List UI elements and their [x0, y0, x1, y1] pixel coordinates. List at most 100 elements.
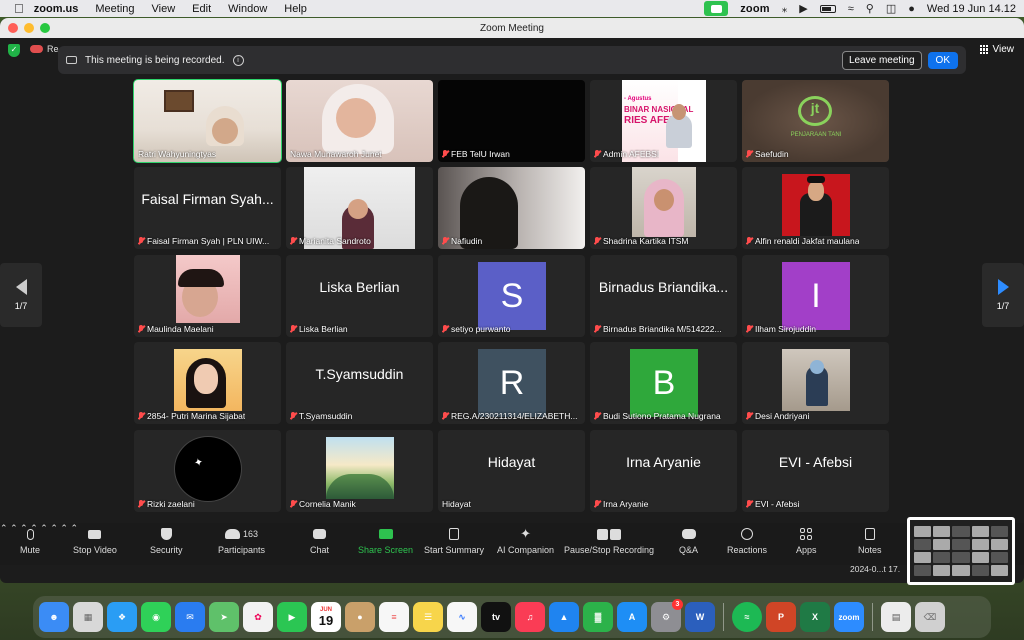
- reactions-button[interactable]: Reactions: [727, 527, 767, 555]
- minimize-window-icon[interactable]: [24, 23, 34, 33]
- music-icon[interactable]: ♫: [515, 602, 545, 632]
- system-settings-icon[interactable]: ⚙ 3: [651, 599, 683, 632]
- reactions-options-chevron-icon[interactable]: ⌃: [50, 523, 58, 533]
- notes-app-icon[interactable]: ☰: [413, 602, 443, 632]
- ok-button[interactable]: OK: [927, 51, 958, 69]
- menu-meeting[interactable]: Meeting: [95, 3, 134, 15]
- view-button[interactable]: View: [979, 44, 1014, 55]
- participant-tile[interactable]: Desi Andriyani: [742, 342, 889, 424]
- participant-tile[interactable]: Hidayat Hidayat: [438, 430, 585, 512]
- chat-button[interactable]: Chat: [310, 527, 329, 555]
- bluetooth-icon[interactable]: ⁎: [782, 2, 788, 15]
- finder-icon[interactable]: ☻: [39, 602, 69, 632]
- photos-icon[interactable]: ✿: [243, 602, 273, 632]
- previous-page-button[interactable]: 1/7: [0, 263, 42, 327]
- participant-tile[interactable]: 2854- Putri Marina Sijabat: [134, 342, 281, 424]
- facetime-icon[interactable]: ▶: [277, 602, 307, 632]
- participant-tile[interactable]: T.Syamsuddin T.Syamsuddin: [286, 342, 433, 424]
- messages-icon[interactable]: ◉: [141, 602, 171, 632]
- start-summary-button[interactable]: Start Summary: [424, 527, 484, 555]
- spotlight-icon[interactable]: ⚲: [866, 2, 874, 15]
- participants-button[interactable]: 163 Participants: [218, 527, 265, 555]
- participant-tile[interactable]: R REG.A/230211314/ELIZABETH...: [438, 342, 585, 424]
- powerpoint-icon[interactable]: P: [766, 602, 796, 632]
- trash-icon[interactable]: ⌫: [915, 602, 945, 632]
- ai-companion-button[interactable]: ✦ AI Companion: [497, 527, 554, 556]
- participant-tile[interactable]: Ratri Wahyuningtyas: [133, 79, 282, 163]
- pause-stop-recording-button[interactable]: Pause/Stop Recording: [564, 527, 654, 555]
- menu-clock[interactable]: Wed 19 Jun 14.12: [927, 3, 1016, 15]
- mute-options-chevron-icon[interactable]: ⌃: [0, 523, 8, 533]
- security-button[interactable]: Security: [150, 527, 183, 555]
- stop-video-button[interactable]: Stop Video: [73, 527, 117, 555]
- video-options-chevron-icon[interactable]: ⌃: [10, 523, 18, 533]
- participant-tile[interactable]: - Agustus BINAR NASIONAL RIES AFEBSI Adm…: [590, 80, 737, 162]
- participant-tile[interactable]: jt PENJARAAN TANI Saefudin: [742, 80, 889, 162]
- apple-icon[interactable]: : [14, 1, 24, 16]
- participant-tile[interactable]: Nafiudin: [438, 167, 585, 249]
- participant-tile[interactable]: I Ilham Sirojuddin: [742, 255, 889, 337]
- mail-icon[interactable]: ✉: [175, 602, 205, 632]
- participant-tile[interactable]: Cornelia Manik: [286, 430, 433, 512]
- app-store-icon[interactable]: A: [617, 602, 647, 632]
- close-window-icon[interactable]: [8, 23, 18, 33]
- participant-tile[interactable]: Marianita Sandroto: [286, 167, 433, 249]
- notes-button[interactable]: Notes: [858, 527, 882, 555]
- word-icon[interactable]: W: [685, 602, 715, 632]
- excel-icon[interactable]: X: [800, 602, 830, 632]
- control-center-icon[interactable]: ◫: [886, 2, 896, 15]
- mute-button[interactable]: Mute: [20, 527, 40, 555]
- safari-icon[interactable]: ❖: [107, 602, 137, 632]
- participant-tile[interactable]: B Budi Sutiono Pratama Nugrana: [590, 342, 737, 424]
- participant-tile[interactable]: EVI - Afebsi EVI - Afebsi: [742, 430, 889, 512]
- participant-tile[interactable]: Nawa Munawaroh Junet: [286, 80, 433, 162]
- qa-button[interactable]: Q&A: [679, 527, 698, 555]
- apple-tv-icon[interactable]: tv: [481, 602, 511, 632]
- maps-icon[interactable]: ➤: [209, 602, 239, 632]
- battery-icon[interactable]: [819, 4, 836, 13]
- menu-app-name[interactable]: zoom.us: [34, 3, 79, 15]
- participant-tile[interactable]: FEB TelU Irwan: [438, 80, 585, 162]
- fullscreen-window-icon[interactable]: [40, 23, 50, 33]
- contacts-icon[interactable]: ●: [345, 602, 375, 632]
- participant-tile[interactable]: Shadrina Kartika ITSM: [590, 167, 737, 249]
- participant-tile[interactable]: Maulinda Maelani: [134, 255, 281, 337]
- participant-tile[interactable]: Alfin renaldi Jakfat maulana: [742, 167, 889, 249]
- logo-caption: PENJARAAN TANI: [790, 132, 842, 138]
- spotify-icon[interactable]: ≈: [732, 602, 762, 632]
- reactions-label: Reactions: [727, 545, 768, 555]
- apps-options-chevron-icon[interactable]: ⌃: [60, 523, 68, 533]
- participant-tile[interactable]: ✦ Rizki zaelani: [134, 430, 281, 512]
- numbers-icon[interactable]: ▓: [583, 602, 613, 632]
- leave-meeting-button[interactable]: Leave meeting: [841, 50, 922, 70]
- menu-edit[interactable]: Edit: [192, 3, 211, 15]
- participant-tile[interactable]: Liska Berlian Liska Berlian: [286, 255, 433, 337]
- wifi-icon[interactable]: ≈: [848, 3, 854, 15]
- info-icon[interactable]: i: [232, 54, 244, 66]
- share-options-chevron-icon[interactable]: ⌃: [40, 523, 48, 533]
- encryption-shield-icon[interactable]: ✓: [8, 44, 20, 57]
- zoom-status-label[interactable]: zoom: [740, 3, 770, 15]
- freeform-icon[interactable]: ∿: [447, 602, 477, 632]
- reminders-icon[interactable]: ≡: [379, 602, 409, 632]
- participant-tile[interactable]: Birnadus Briandika... Birnadus Briandika…: [590, 255, 737, 337]
- menu-view[interactable]: View: [152, 3, 176, 15]
- apps-button[interactable]: Apps: [796, 527, 817, 555]
- menu-window[interactable]: Window: [228, 3, 267, 15]
- calendar-icon[interactable]: JUN 19: [311, 602, 341, 632]
- participant-tile[interactable]: S setiyo purwanto: [438, 255, 585, 337]
- play-icon[interactable]: ▶: [799, 2, 807, 15]
- recording-indicator[interactable]: Re: [30, 44, 59, 54]
- launchpad-icon[interactable]: ▦: [73, 602, 103, 632]
- preview-document-icon[interactable]: ▤: [881, 602, 911, 632]
- siri-icon[interactable]: ●: [908, 3, 915, 15]
- zoom-status-icon[interactable]: [704, 1, 729, 16]
- menu-help[interactable]: Help: [284, 3, 307, 15]
- share-screen-button[interactable]: Share Screen: [358, 527, 413, 555]
- screenshot-thumbnail[interactable]: [907, 517, 1015, 585]
- keynote-icon[interactable]: ▲: [549, 602, 579, 632]
- next-page-button[interactable]: 1/7: [982, 263, 1024, 327]
- zoom-app-icon[interactable]: zoom: [834, 602, 864, 632]
- participant-tile[interactable]: Faisal Firman Syah... Faisal Firman Syah…: [134, 167, 281, 249]
- participant-tile[interactable]: Irna Aryanie Irna Aryanie: [590, 430, 737, 512]
